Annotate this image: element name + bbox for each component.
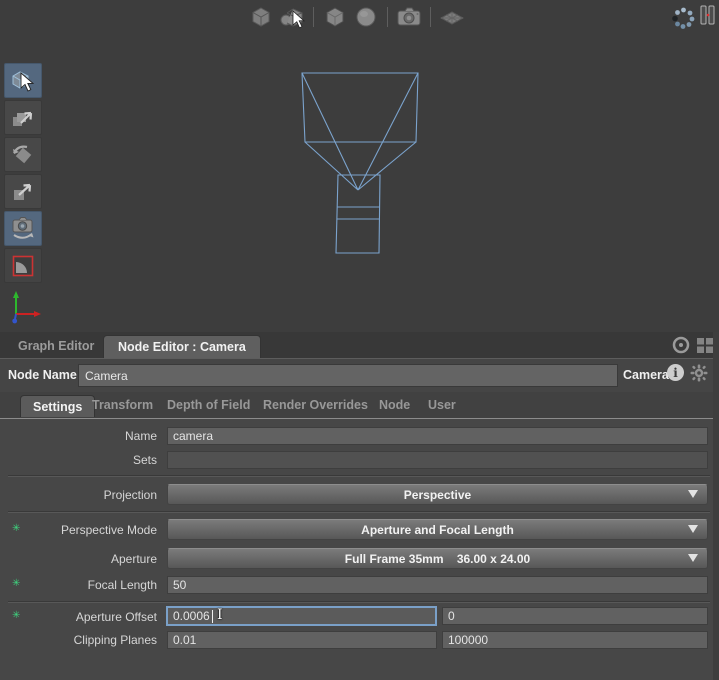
tab-depth-of-field[interactable]: Depth of Field: [167, 398, 250, 412]
mouse-cursor-icon: [20, 72, 35, 92]
tab-node-editor[interactable]: Node Editor : Camera: [103, 335, 261, 358]
node-type-label: Camera: [623, 368, 669, 382]
field-row-sets: Sets: [0, 450, 719, 470]
select-tool-button[interactable]: [4, 63, 42, 98]
sphere-icon[interactable]: [353, 4, 379, 30]
focal-length-label: Focal Length: [0, 578, 157, 592]
clipping-far-input[interactable]: [442, 631, 708, 649]
name-input[interactable]: [167, 427, 708, 445]
aperture-offset-label: Aperture Offset: [0, 610, 157, 624]
node-name-input[interactable]: [78, 364, 618, 387]
divider: [8, 601, 710, 603]
node-name-label: Node Name: [8, 368, 77, 382]
divider: [8, 475, 710, 477]
axis-gizmo-icon: [6, 286, 52, 328]
field-row-perspective-mode: ✳ Perspective Mode Aperture and Focal Le…: [0, 518, 719, 541]
sets-input[interactable]: [167, 451, 708, 469]
translate-tool-button[interactable]: [4, 100, 42, 135]
clipping-near-input[interactable]: [167, 631, 437, 649]
field-row-focal-length: ✳ Focal Length: [0, 575, 719, 595]
tab-render-overrides[interactable]: Render Overrides: [263, 398, 368, 412]
mouse-cursor-icon: [292, 10, 306, 29]
focal-length-input[interactable]: [167, 576, 708, 594]
field-row-clipping-planes: Clipping Planes: [0, 630, 719, 650]
perspective-mode-dropdown[interactable]: Aperture and Focal Length: [167, 519, 708, 540]
attribute-tabbar: Settings Transform Depth of Field Render…: [0, 392, 719, 419]
projection-value: Perspective: [404, 488, 471, 502]
aperture-value: Full Frame 35mm 36.00 x 24.00: [345, 552, 530, 566]
tab-transform[interactable]: Transform: [92, 398, 153, 412]
ibeam-cursor-icon: I: [217, 607, 223, 623]
camera-icon[interactable]: [396, 4, 422, 30]
field-row-aperture: Aperture Full Frame 35mm 36.00 x 24.00: [0, 547, 719, 570]
node-header: Node Name Camera i: [0, 358, 719, 392]
camera-navigation-tool-button[interactable]: [4, 211, 42, 246]
divider: [8, 511, 710, 513]
field-row-projection: Projection Perspective: [0, 483, 719, 506]
toolbar-separator: [387, 7, 388, 27]
aperture-label: Aperture: [0, 552, 157, 566]
tab-graph-editor[interactable]: Graph Editor: [18, 339, 94, 353]
gear-icon[interactable]: [690, 364, 708, 387]
rotate-tool-button[interactable]: [4, 137, 42, 172]
cube-and-sphere-icon[interactable]: [279, 4, 305, 30]
field-row-aperture-offset: ✳ Aperture Offset I: [0, 606, 719, 628]
projection-label: Projection: [0, 488, 157, 502]
solid-cube-icon[interactable]: [322, 4, 348, 30]
aperture-offset-x-input[interactable]: [166, 606, 437, 626]
field-row-name: Name: [0, 426, 719, 446]
target-icon[interactable]: [671, 335, 691, 360]
chevron-down-icon: [688, 490, 698, 498]
clipping-planes-label: Clipping Planes: [0, 633, 157, 647]
tool-palette: [4, 63, 42, 283]
ground-plane-icon[interactable]: [439, 4, 465, 30]
panel-right-edge: [713, 332, 719, 680]
chevron-down-icon: [688, 525, 698, 533]
editor-tabbar: Graph Editor Node Editor : Camera: [0, 332, 719, 358]
name-label: Name: [0, 429, 157, 443]
aperture-offset-y-input[interactable]: [442, 607, 708, 625]
attribute-editor-panel: Graph Editor Node Editor : Camera Node N…: [0, 332, 719, 680]
progress-spinner-icon: [668, 2, 698, 37]
sets-label: Sets: [0, 453, 157, 467]
info-icon[interactable]: i: [666, 363, 685, 387]
attribute-rows: Name Sets Projection Perspective ✳: [0, 419, 719, 680]
tab-user[interactable]: User: [428, 398, 456, 412]
text-caret: [212, 610, 213, 623]
viewport-toolbar: [248, 3, 465, 31]
projection-dropdown[interactable]: Perspective: [167, 484, 708, 505]
toolbar-separator: [313, 7, 314, 27]
layout-grid-icon[interactable]: [695, 335, 715, 360]
wire-cube-icon[interactable]: [248, 4, 274, 30]
tab-settings[interactable]: Settings: [20, 395, 95, 417]
camera-frustum-wireframe[interactable]: [295, 65, 427, 261]
aperture-dropdown[interactable]: Full Frame 35mm 36.00 x 24.00: [167, 548, 708, 569]
svg-text:i: i: [673, 366, 678, 380]
scale-tool-button[interactable]: [4, 174, 42, 209]
chevron-down-icon: [688, 554, 698, 562]
tab-node[interactable]: Node: [379, 398, 410, 412]
perspective-mode-value: Aperture and Focal Length: [361, 523, 514, 537]
pause-button[interactable]: [700, 5, 716, 25]
perspective-mode-label: Perspective Mode: [0, 523, 157, 537]
application-window: Graph Editor Node Editor : Camera Node N…: [0, 0, 719, 680]
toolbar-separator: [430, 7, 431, 27]
render-region-tool-button[interactable]: [4, 248, 42, 283]
